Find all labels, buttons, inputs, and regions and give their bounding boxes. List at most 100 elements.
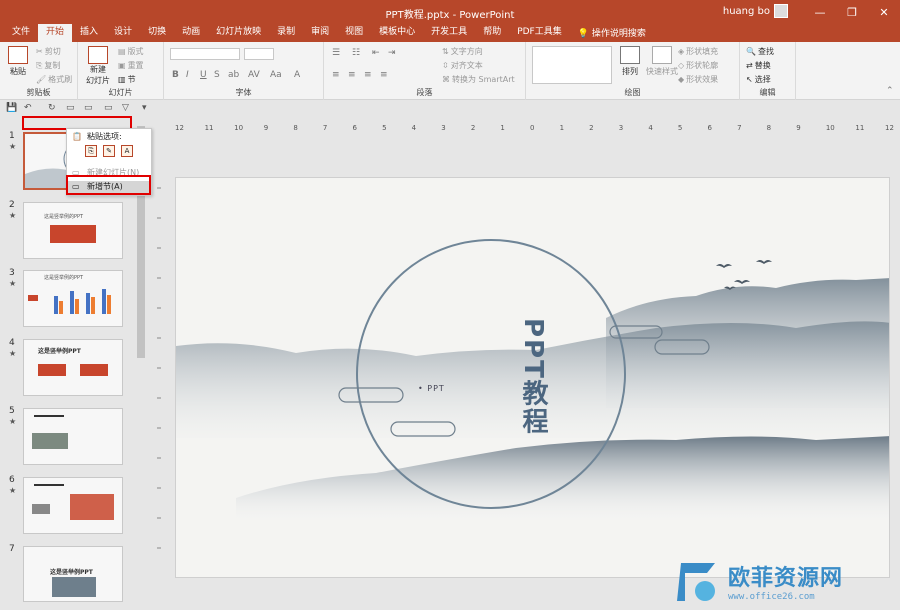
tab-record[interactable]: 录制 (269, 24, 303, 42)
shape-fill-button[interactable]: ◈ 形状填充 (678, 46, 718, 57)
undo-icon[interactable]: ↶ (24, 103, 32, 113)
tab-help[interactable]: 帮助 (475, 24, 509, 42)
font-name-field[interactable] (170, 48, 240, 60)
strikethrough-icon[interactable]: ab (228, 70, 239, 80)
numbering-icon[interactable]: ☷ (352, 48, 360, 58)
copy-button[interactable]: ⎘ 复制 (36, 60, 60, 71)
tab-template-center[interactable]: 模板中心 (371, 24, 423, 42)
group-label-slides: 幻灯片 (108, 88, 133, 97)
paste-text-only-icon[interactable]: A (121, 145, 133, 157)
tab-pdf-tools[interactable]: PDF工具集 (509, 24, 570, 42)
watermark-text: 欧菲资源网 (728, 566, 844, 591)
shape-outline-button[interactable]: ◇ 形状轮廓 (678, 60, 718, 71)
tab-view[interactable]: 视图 (337, 24, 371, 42)
slide-title[interactable]: PPT教程 (512, 318, 552, 436)
ruler-tick-label: 0 (530, 124, 535, 132)
fill-icon: ◈ (678, 47, 685, 56)
paste-keep-theme-icon[interactable]: ⎘ (85, 145, 97, 157)
paste-button[interactable]: 粘贴 (8, 46, 28, 77)
thumb-transition-star-4: ★ (9, 349, 17, 358)
ruler-tick-label: 7 (737, 124, 742, 132)
quick-styles-label: 快速样式 (646, 67, 678, 76)
align-text-button[interactable]: ⇳ 对齐文本 (442, 60, 483, 71)
shapes-gallery[interactable] (532, 46, 612, 84)
tab-slideshow[interactable]: 幻灯片放映 (208, 24, 269, 42)
thumb-ppt-logo (38, 364, 66, 376)
close-icon[interactable]: ✕ (868, 0, 900, 24)
print-icon[interactable]: ▭ (104, 103, 113, 113)
slide-thumbnail-3[interactable]: 这是竖举例的PPT (23, 270, 123, 327)
new-slide-button[interactable]: 新建 幻灯片 (86, 46, 110, 86)
thumb-number-4: 4 (9, 338, 15, 348)
slide-thumbnail-6[interactable] (23, 477, 123, 534)
slide-thumbnail-2[interactable]: 这是竖举例的PPT (23, 202, 123, 259)
tab-file[interactable]: 文件 (4, 24, 38, 42)
font-size-field[interactable] (244, 48, 274, 60)
minimize-icon[interactable]: — (804, 0, 836, 24)
tab-home[interactable]: 开始 (38, 24, 73, 42)
thumb-transition-star-6: ★ (9, 486, 17, 495)
tab-review[interactable]: 审阅 (303, 24, 337, 42)
tab-developer[interactable]: 开发工具 (423, 24, 475, 42)
ruler-tick-label: 5 (677, 124, 683, 132)
select-button[interactable]: ↖ 选择 (746, 74, 771, 85)
ruler-tick-label: 3 (618, 124, 624, 132)
tab-animations[interactable]: 动画 (174, 24, 208, 42)
align-center-icon[interactable]: ≡ (348, 70, 356, 80)
reset-button[interactable]: ▣ 重置 (118, 60, 144, 71)
align-left-icon[interactable]: ≡ (332, 70, 340, 80)
ruler-tick-label: 4 (648, 124, 653, 132)
save-icon[interactable]: 💾 (6, 103, 17, 113)
group-editing: 🔍 查找 ⇄ 替换 ↖ 选择 编辑 (740, 42, 796, 100)
slide-thumbnail-4[interactable]: 这是竖举例PPT (23, 339, 123, 396)
font-color-icon[interactable]: A (294, 70, 300, 80)
slide-subtitle[interactable]: • PPT (418, 384, 445, 393)
bullets-icon[interactable]: ☰ (332, 48, 340, 58)
format-painter-button[interactable]: 🖌 格式刷 (36, 74, 72, 85)
slide-thumbnail-5[interactable] (23, 408, 123, 465)
justify-icon[interactable]: ≡ (380, 70, 388, 80)
italic-icon[interactable]: I (186, 70, 189, 80)
paste-keep-format-icon[interactable]: ✎ (103, 145, 115, 157)
collapse-ribbon-icon[interactable]: ⌃ (886, 86, 894, 96)
tab-insert[interactable]: 插入 (72, 24, 106, 42)
quick-access-toolbar: 💾 ↶ ↻ ▭ ▭ ▭ ▽ ▾ (0, 101, 900, 117)
char-spacing-icon[interactable]: AV (248, 70, 260, 80)
customize-qat-icon[interactable]: ▾ (142, 103, 147, 113)
align-right-icon[interactable]: ≡ (364, 70, 372, 80)
increase-indent-icon[interactable]: ⇥ (388, 48, 396, 58)
thumb-transition-star-2: ★ (9, 211, 17, 220)
tell-me-search[interactable]: 💡 操作说明搜索 (570, 26, 646, 42)
shape-effects-button[interactable]: ◆ 形状效果 (678, 74, 718, 85)
avatar[interactable] (774, 4, 788, 18)
arrange-button[interactable]: 排列 (620, 46, 640, 77)
text-direction-button[interactable]: ⇅ 文字方向 (442, 46, 483, 57)
birds (716, 260, 772, 290)
decrease-indent-icon[interactable]: ⇤ (372, 48, 380, 58)
find-button[interactable]: 🔍 查找 (746, 46, 774, 57)
pointer-icon[interactable]: ▽ (122, 103, 129, 113)
smartart-button[interactable]: ⌘ 转换为 SmartArt (442, 74, 515, 85)
layout-button[interactable]: ▤ 版式 (118, 46, 144, 57)
restore-icon[interactable]: ❐ (836, 0, 868, 24)
redo-icon[interactable]: ↻ (48, 103, 56, 113)
shadow-icon[interactable]: S (214, 70, 220, 80)
cut-button[interactable]: ✂ 剪切 (36, 46, 61, 57)
underline-icon[interactable]: U (200, 70, 207, 80)
section-button[interactable]: ▥ 节 (118, 74, 136, 85)
paste-options-text: 粘贴选项: (87, 132, 122, 141)
ruler-tick-label: 9 (263, 124, 269, 132)
slide-thumbnail-7[interactable]: 这是竖举例PPT (23, 546, 123, 602)
tab-transitions[interactable]: 切换 (140, 24, 174, 42)
change-case-icon[interactable]: Aa (270, 70, 282, 80)
group-paragraph: ☰ ☷ ⇤ ⇥ ≡ ≡ ≡ ≡ ⇅ 文字方向 ⇳ 对齐文本 ⌘ 转换为 SmartAr… (324, 42, 526, 100)
quick-styles-button[interactable]: 快速样式 (646, 46, 678, 77)
replace-button[interactable]: ⇄ 替换 (746, 60, 771, 71)
start-slideshow-icon[interactable]: ▭ (66, 103, 75, 113)
tab-design[interactable]: 设计 (106, 24, 140, 42)
new-icon[interactable]: ▭ (84, 103, 93, 113)
window-controls: — ❐ ✕ (804, 0, 900, 24)
user-name[interactable]: huang bo (723, 6, 770, 17)
bold-icon[interactable]: B (172, 70, 179, 80)
thumb-heading-bar (34, 484, 64, 486)
